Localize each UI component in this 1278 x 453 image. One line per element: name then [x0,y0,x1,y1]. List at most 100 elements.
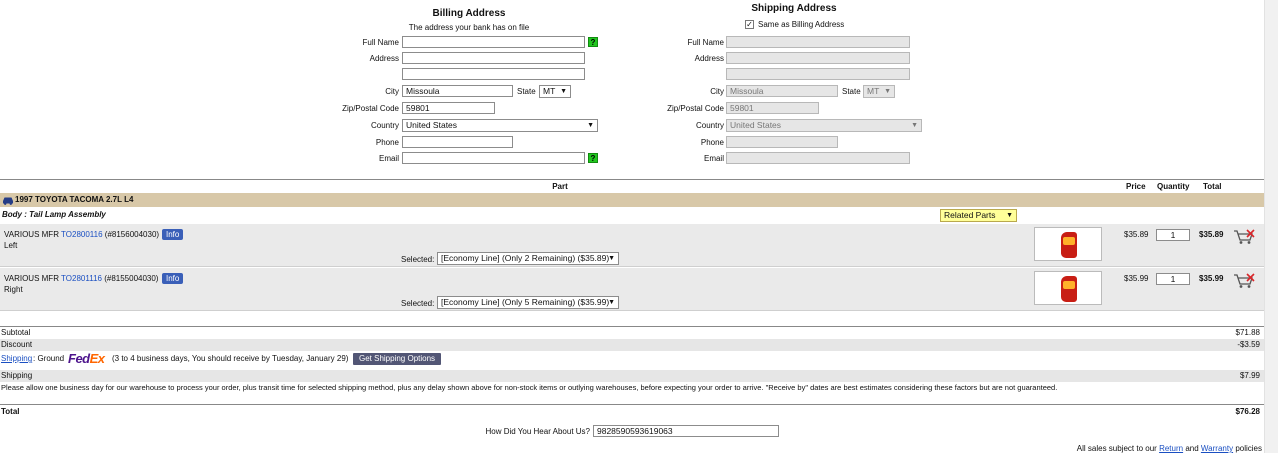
help-icon[interactable]: ? [588,37,598,47]
hear-about-input[interactable]: 9828590593619063 [593,425,779,437]
chevron-down-icon: ▼ [911,122,918,129]
item-side: Right [4,285,23,294]
billing-country-select[interactable]: United States ▼ [402,119,598,132]
billing-full-name-input[interactable] [402,36,585,48]
vehicle-bar: 1997 TOYOTA TACOMA 2.7L L4 [0,193,1264,207]
shipping-cost-row: Shipping $7.99 [0,370,1264,382]
chevron-down-icon: ▼ [1006,212,1013,219]
shipping-full-name-input[interactable] [726,36,910,48]
billing-state-select[interactable]: MT ▼ [539,85,571,98]
billing-email-label: Email [378,154,399,163]
item-side: Left [4,241,18,250]
same-as-billing-checkbox[interactable]: ✓ [745,20,754,29]
shipping-method-row: Shipping : Ground FedEx (3 to 4 business… [0,351,1264,368]
shipping-zip-input[interactable]: 59801 [726,102,819,114]
item-option-select[interactable]: [Economy Line] (Only 5 Remaining) ($35.9… [437,296,619,309]
billing-country-value: United States [406,120,458,130]
item-code: (#8155004030) [104,274,159,283]
help-icon[interactable]: ? [588,153,598,163]
selected-label: Selected: [401,299,435,308]
shipping-state-value: MT [867,86,880,96]
quantity-input[interactable]: 1 [1156,229,1190,241]
billing-state-label: State [517,87,536,96]
shipping-address-line2-input[interactable] [726,68,910,80]
quantity-input[interactable]: 1 [1156,273,1190,285]
shipping-state-label: State [842,87,861,96]
fedex-logo-ex: Ex [89,351,105,366]
hear-about-label: How Did You Hear About Us? [485,427,590,436]
billing-city-input[interactable]: Missoula [402,85,513,97]
shipping-value: $7.99 [1239,371,1260,380]
shipping-link[interactable]: Shipping [1,354,32,363]
item-part-link[interactable]: TO2800116 [61,230,103,239]
shipping-city-input[interactable]: Missoula [726,85,838,97]
chevron-down-icon: ▼ [884,88,891,95]
related-parts-select[interactable]: Related Parts ▼ [940,209,1017,222]
subtotal-value: $71.88 [1235,328,1260,337]
item-part-link[interactable]: TO2801116 [61,274,102,283]
category-label: Body : Tail Lamp Assembly [2,210,106,219]
subtotal-label: Subtotal [1,328,31,337]
product-thumbnail[interactable] [1034,271,1102,305]
page-scrollbar[interactable] [1264,0,1278,453]
billing-subtitle: The address your bank has on file [408,23,530,32]
shipping-method: : Ground [33,354,65,363]
divider [0,179,1264,180]
part-column-header: Part [552,182,568,191]
shipping-full-name-label: Full Name [687,38,724,47]
billing-email-input[interactable] [402,152,585,164]
related-parts-value: Related Parts [944,210,996,220]
vehicle-name: 1997 TOYOTA TACOMA 2.7L L4 [15,195,134,204]
shipping-address-line1-input[interactable] [726,52,910,64]
billing-state-value: MT [543,86,556,96]
total-row: Total $76.28 [0,405,1264,417]
table-row: VARIOUS MFR TO2800116 (#8156004030) Info… [0,224,1264,267]
cart-remove-icon[interactable] [1233,273,1255,289]
item-option-select[interactable]: [Economy Line] (Only 2 Remaining) ($35.8… [437,252,619,265]
chevron-down-icon: ▼ [608,255,615,262]
billing-phone-input[interactable] [402,136,513,148]
billing-country-label: Country [370,121,399,130]
billing-zip-label: Zip/Postal Code [342,104,399,113]
chevron-down-icon: ▼ [608,299,615,306]
shipping-city-label: City [710,87,724,96]
shipping-state-select[interactable]: MT ▼ [863,85,895,98]
item-option-value: [Economy Line] (Only 2 Remaining) ($35.8… [441,253,610,263]
shipping-label: Shipping [1,371,33,380]
shipping-zip-label: Zip/Postal Code [667,104,724,113]
shipping-email-input[interactable] [726,152,910,164]
total-column-header: Total [1203,182,1222,191]
get-shipping-options-button[interactable]: Get Shipping Options [353,353,442,365]
info-button[interactable]: Info [162,273,184,284]
item-mfr: VARIOUS MFR [4,274,59,283]
fedex-logo: FedEx [68,351,105,366]
policy-prefix: All sales subject to our [1076,444,1157,453]
billing-address-line2-input[interactable] [402,68,585,80]
policy-and: and [1185,444,1199,453]
shipping-title: Shipping Address [751,3,837,14]
item-option-value: [Economy Line] (Only 5 Remaining) ($35.9… [441,297,610,307]
quantity-column-header: Quantity [1157,182,1190,191]
item-price: $35.89 [1124,230,1149,239]
table-row: VARIOUS MFR TO2801116 (#8155004030) Info… [0,268,1264,311]
warranty-policy-link[interactable]: Warranty [1201,444,1233,453]
car-icon [3,197,13,205]
shipping-phone-input[interactable] [726,136,838,148]
shipping-address-label: Address [694,54,724,63]
shipping-country-select[interactable]: United States ▼ [726,119,922,132]
billing-zip-input[interactable]: 59801 [402,102,495,114]
product-thumbnail[interactable] [1034,227,1102,261]
billing-full-name-label: Full Name [362,38,399,47]
item-mfr: VARIOUS MFR [4,230,59,239]
info-button[interactable]: Info [162,229,184,240]
subtotal-row: Subtotal $71.88 [0,327,1264,339]
discount-row: Discount -$3.59 [0,339,1264,351]
chevron-down-icon: ▼ [560,88,567,95]
cart-remove-icon[interactable] [1233,229,1255,245]
item-price: $35.99 [1124,274,1149,283]
billing-address-line1-input[interactable] [402,52,585,64]
return-policy-link[interactable]: Return [1159,444,1183,453]
shipping-note: (3 to 4 business days, You should receiv… [112,354,349,363]
shipping-country-value: United States [730,120,782,130]
total-value: $76.28 [1235,407,1260,416]
